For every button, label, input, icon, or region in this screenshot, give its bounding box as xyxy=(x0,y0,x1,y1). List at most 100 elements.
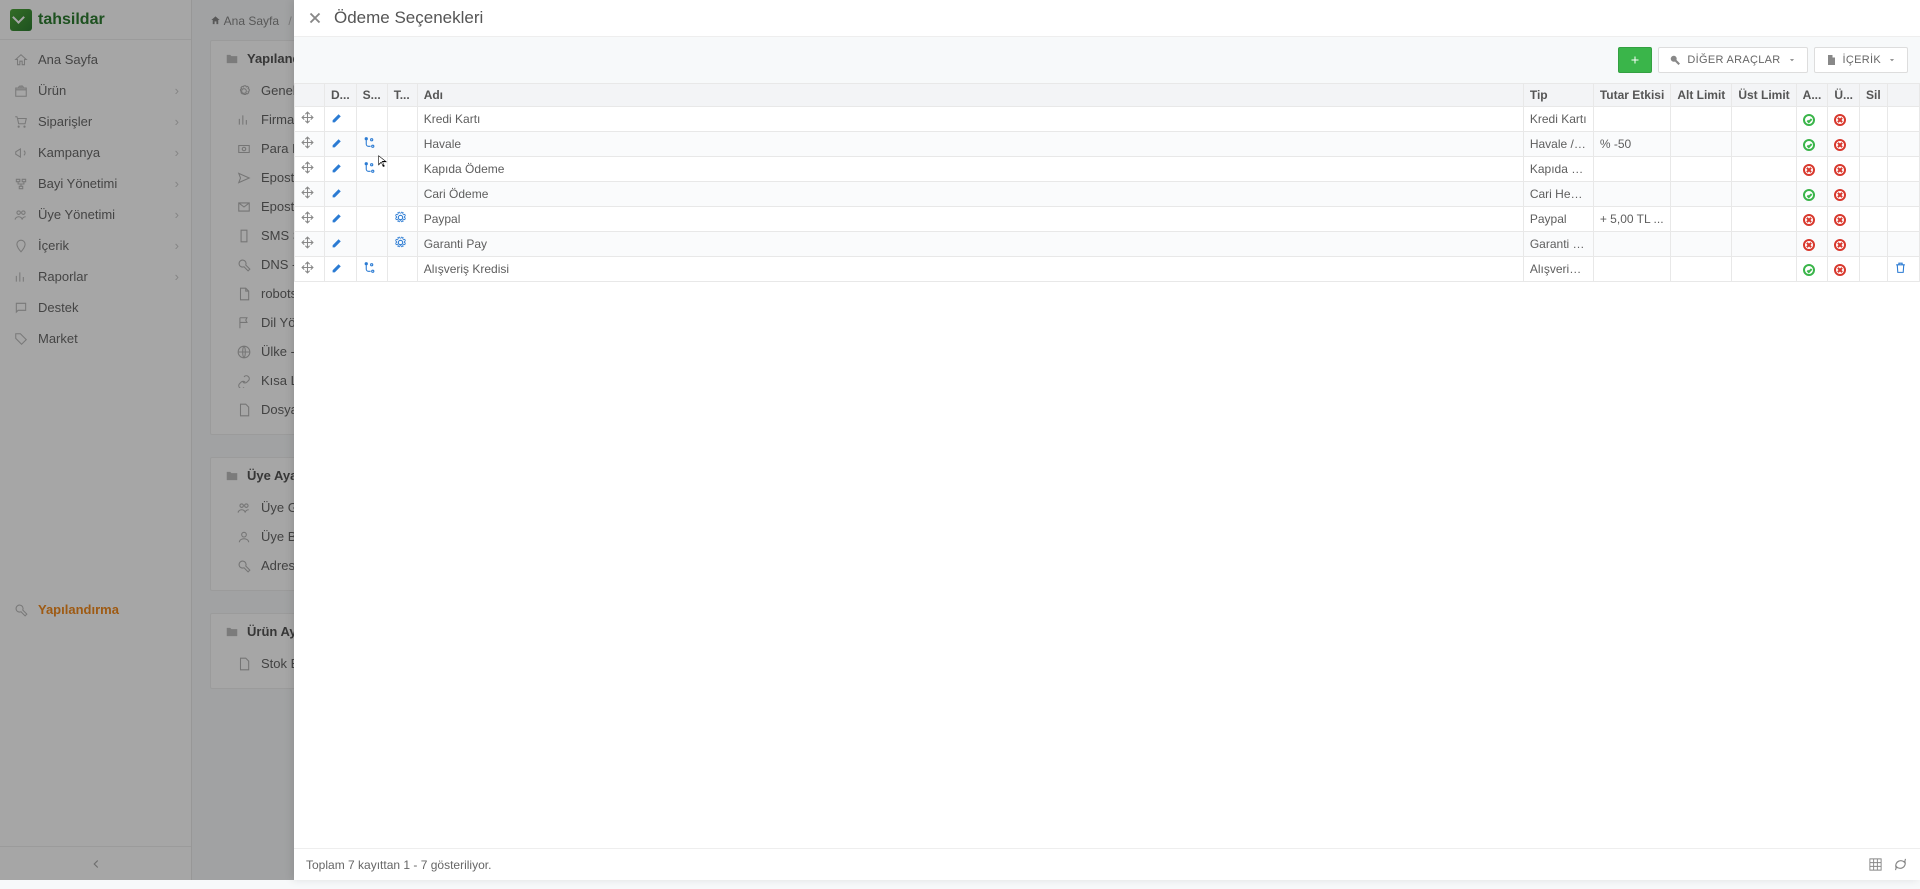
pencil-icon[interactable] xyxy=(331,111,344,124)
status-inactive-icon[interactable] xyxy=(1834,264,1846,276)
cell-branch[interactable] xyxy=(356,232,387,257)
cell-u[interactable] xyxy=(1828,232,1860,257)
col-amount-effect[interactable]: Tutar Etkisi xyxy=(1593,84,1670,107)
cell-extra[interactable] xyxy=(1888,132,1920,157)
cell-extra[interactable] xyxy=(1888,182,1920,207)
cell-u[interactable] xyxy=(1828,257,1860,282)
cell-name[interactable]: Cari Ödeme xyxy=(417,182,1523,207)
status-active-icon[interactable] xyxy=(1803,114,1815,126)
cell-delete[interactable] xyxy=(1860,232,1888,257)
col-ust-limit[interactable]: Üst Limit xyxy=(1732,84,1796,107)
cell-a[interactable] xyxy=(1796,132,1828,157)
drag-handle-icon[interactable] xyxy=(301,236,314,249)
cell-delete[interactable] xyxy=(1860,207,1888,232)
drag-handle-icon[interactable] xyxy=(301,211,314,224)
cell-drag[interactable] xyxy=(295,157,325,182)
cell-u[interactable] xyxy=(1828,207,1860,232)
cell-name[interactable]: Havale xyxy=(417,132,1523,157)
col-d[interactable]: D... xyxy=(325,84,357,107)
status-inactive-icon[interactable] xyxy=(1834,189,1846,201)
drag-handle-icon[interactable] xyxy=(301,161,314,174)
cell-a[interactable] xyxy=(1796,182,1828,207)
cell-delete[interactable] xyxy=(1860,257,1888,282)
cell-gear[interactable] xyxy=(387,132,417,157)
pencil-icon[interactable] xyxy=(331,161,344,174)
cell-edit[interactable] xyxy=(325,157,357,182)
cell-gear[interactable] xyxy=(387,257,417,282)
gear-icon[interactable] xyxy=(394,211,407,224)
trash-icon[interactable] xyxy=(1894,261,1907,274)
grid-icon[interactable] xyxy=(1868,857,1883,872)
cell-a[interactable] xyxy=(1796,107,1828,132)
pencil-icon[interactable] xyxy=(331,136,344,149)
branch-icon[interactable] xyxy=(363,261,376,274)
status-inactive-icon[interactable] xyxy=(1803,164,1815,176)
col-s[interactable]: S... xyxy=(356,84,387,107)
cell-name[interactable]: Kredi Kartı xyxy=(417,107,1523,132)
content-button[interactable]: İÇERİK xyxy=(1814,47,1908,73)
cell-drag[interactable] xyxy=(295,132,325,157)
cell-branch[interactable] xyxy=(356,207,387,232)
status-active-icon[interactable] xyxy=(1803,189,1815,201)
cell-gear[interactable] xyxy=(387,182,417,207)
cell-a[interactable] xyxy=(1796,257,1828,282)
pencil-icon[interactable] xyxy=(331,236,344,249)
status-inactive-icon[interactable] xyxy=(1803,214,1815,226)
cell-name[interactable]: Paypal xyxy=(417,207,1523,232)
col-type[interactable]: Tip xyxy=(1523,84,1593,107)
cell-extra[interactable] xyxy=(1888,107,1920,132)
cell-gear[interactable] xyxy=(387,232,417,257)
status-inactive-icon[interactable] xyxy=(1834,164,1846,176)
cell-name[interactable]: Kapıda Ödeme xyxy=(417,157,1523,182)
cell-extra[interactable] xyxy=(1888,232,1920,257)
cell-a[interactable] xyxy=(1796,207,1828,232)
other-tools-button[interactable]: DİĞER ARAÇLAR xyxy=(1658,47,1807,73)
status-inactive-icon[interactable] xyxy=(1834,239,1846,251)
cell-extra[interactable] xyxy=(1888,207,1920,232)
cell-delete[interactable] xyxy=(1860,182,1888,207)
cell-branch[interactable] xyxy=(356,107,387,132)
col-name[interactable]: Adı xyxy=(417,84,1523,107)
branch-icon[interactable] xyxy=(363,161,376,174)
cell-edit[interactable] xyxy=(325,107,357,132)
cell-u[interactable] xyxy=(1828,182,1860,207)
cell-delete[interactable] xyxy=(1860,107,1888,132)
cell-delete[interactable] xyxy=(1860,132,1888,157)
cell-edit[interactable] xyxy=(325,257,357,282)
cell-gear[interactable] xyxy=(387,107,417,132)
cell-extra[interactable] xyxy=(1888,257,1920,282)
add-button[interactable] xyxy=(1618,47,1652,73)
cell-u[interactable] xyxy=(1828,107,1860,132)
cell-extra[interactable] xyxy=(1888,157,1920,182)
cell-drag[interactable] xyxy=(295,207,325,232)
col-alt-limit[interactable]: Alt Limit xyxy=(1671,84,1732,107)
col-extra[interactable] xyxy=(1888,84,1920,107)
cell-name[interactable]: Garanti Pay xyxy=(417,232,1523,257)
col-delete[interactable]: Sil xyxy=(1860,84,1888,107)
cell-edit[interactable] xyxy=(325,207,357,232)
drag-handle-icon[interactable] xyxy=(301,186,314,199)
cell-drag[interactable] xyxy=(295,232,325,257)
status-inactive-icon[interactable] xyxy=(1803,239,1815,251)
cell-gear[interactable] xyxy=(387,157,417,182)
pencil-icon[interactable] xyxy=(331,211,344,224)
cell-drag[interactable] xyxy=(295,182,325,207)
refresh-icon[interactable] xyxy=(1893,857,1908,872)
cell-branch[interactable] xyxy=(356,257,387,282)
col-a[interactable]: A... xyxy=(1796,84,1828,107)
cell-name[interactable]: Alışveriş Kredisi xyxy=(417,257,1523,282)
col-u[interactable]: Ü... xyxy=(1828,84,1860,107)
drag-handle-icon[interactable] xyxy=(301,111,314,124)
status-inactive-icon[interactable] xyxy=(1834,139,1846,151)
col-t[interactable]: T... xyxy=(387,84,417,107)
cell-drag[interactable] xyxy=(295,257,325,282)
cell-u[interactable] xyxy=(1828,157,1860,182)
status-active-icon[interactable] xyxy=(1803,264,1815,276)
close-icon[interactable] xyxy=(306,9,324,27)
cell-branch[interactable] xyxy=(356,157,387,182)
cell-branch[interactable] xyxy=(356,182,387,207)
col-order[interactable] xyxy=(295,84,325,107)
cell-delete[interactable] xyxy=(1860,157,1888,182)
cell-a[interactable] xyxy=(1796,232,1828,257)
cell-drag[interactable] xyxy=(295,107,325,132)
